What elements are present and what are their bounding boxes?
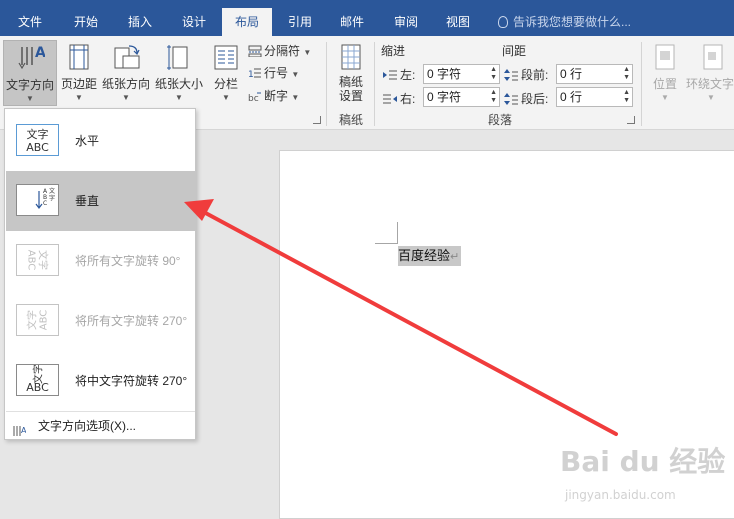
baidu-watermark-url: jingyan.baidu.com <box>565 488 676 502</box>
baidu-watermark: Bai du 经验 <box>560 445 726 478</box>
